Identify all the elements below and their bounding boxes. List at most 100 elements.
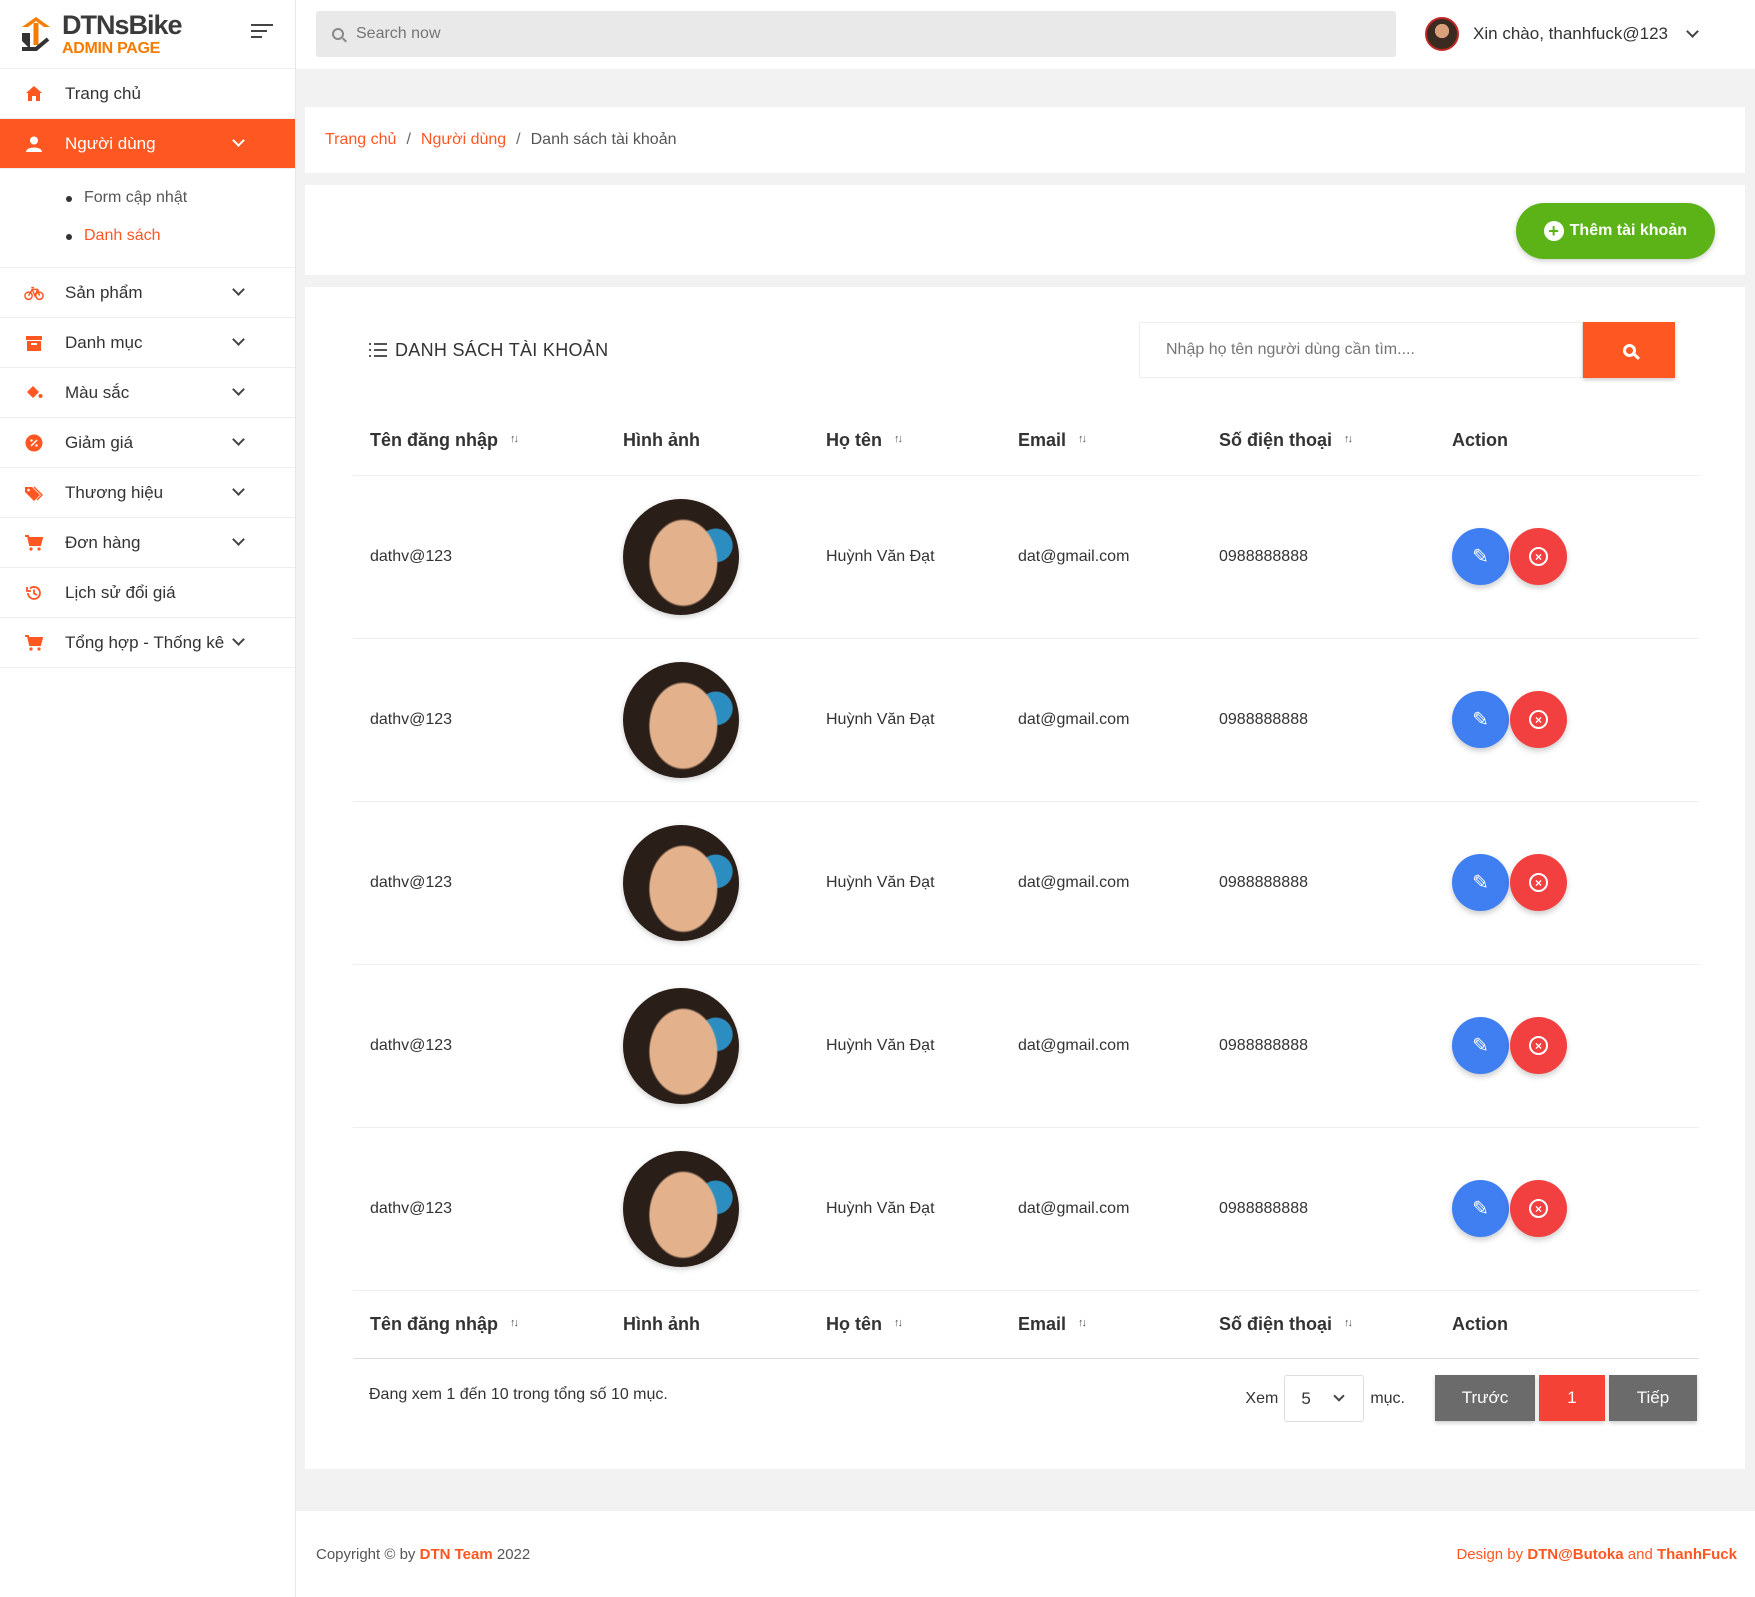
history-icon (24, 583, 44, 603)
prev-page-button[interactable]: Trước (1435, 1375, 1535, 1421)
delete-button[interactable]: × (1510, 1017, 1567, 1074)
menu-toggle-icon[interactable] (251, 24, 273, 40)
accounts-table-card: DANH SÁCH TÀI KHOẢN Tên đăng nhập↑↓ Hình… (305, 287, 1745, 1469)
add-account-label: Thêm tài khoản (1569, 222, 1687, 239)
cell-username: dathv@123 (353, 637, 606, 801)
cell-phone: 0988888888 (1202, 1126, 1435, 1290)
cell-username: dathv@123 (353, 1126, 606, 1290)
delete-button[interactable]: × (1510, 528, 1567, 585)
chevron-down-icon (232, 533, 245, 546)
sidebar-item-categories[interactable]: Danh mục (0, 318, 295, 368)
sidebar-item-colors[interactable]: Màu sắc (0, 368, 295, 418)
table-footer-row: Tên đăng nhập ↑↓ Hình ảnh Họ tên ↑↓ Email ↑… (353, 1289, 1699, 1359)
close-circle-icon: × (1529, 1036, 1548, 1055)
cell-email: dat@gmail.com (1001, 963, 1202, 1127)
delete-button[interactable]: × (1510, 854, 1567, 911)
chevron-down-icon (232, 483, 245, 496)
user-menu[interactable]: Xin chào, thanhfuck@123 (1425, 17, 1699, 51)
delete-button[interactable]: × (1510, 691, 1567, 748)
sidebar-item-label: Sản phẩm (65, 282, 143, 302)
sort-icon[interactable]: ↑↓ (894, 433, 903, 445)
cell-phone: 0988888888 (1202, 800, 1435, 964)
sidebar-item-price-history[interactable]: Lịch sử đổi giá (0, 568, 295, 618)
breadcrumb-users[interactable]: Người dùng (421, 131, 506, 149)
bicycle-icon (24, 283, 44, 303)
sort-icon[interactable]: ↑↓ (1344, 1317, 1353, 1329)
paint-bucket-icon (24, 383, 44, 403)
sidebar-item-users[interactable]: Người dùng (0, 119, 295, 169)
user-search-input[interactable] (1139, 322, 1583, 378)
table-row: dathv@123 Huỳnh Văn Đạt dat@gmail.com 09… (353, 963, 1699, 1127)
copyright: Copyright © by DTN Team 2022 (316, 1545, 531, 1563)
page-size-suffix: mục. (1370, 1389, 1405, 1407)
submenu-item-form[interactable]: Form cập nhật (66, 179, 295, 217)
edit-button[interactable]: ✎ (1452, 854, 1509, 911)
sort-icon[interactable]: ↑↓ (1078, 1317, 1087, 1329)
sort-icon[interactable]: ↑↓ (510, 1317, 519, 1329)
sort-icon[interactable]: ↑↓ (1078, 433, 1087, 445)
chevron-down-icon (1686, 25, 1699, 38)
cell-email: dat@gmail.com (1001, 474, 1202, 638)
pencil-icon: ✎ (1472, 872, 1489, 894)
edit-button[interactable]: ✎ (1452, 1180, 1509, 1237)
column-header-phone[interactable]: Số điện thoại ↑↓ (1202, 407, 1435, 475)
brand[interactable]: DTNsBike ADMIN PAGE (0, 0, 295, 69)
brand-name: DTNsBike (62, 9, 183, 40)
page-size-select[interactable]: 5 (1284, 1375, 1365, 1422)
submenu-item-list[interactable]: Danh sách (66, 217, 295, 255)
sort-icon[interactable]: ↑↓ (510, 433, 519, 445)
cell-phone: 0988888888 (1202, 474, 1435, 638)
chevron-down-icon (1333, 1390, 1345, 1402)
search-icon (332, 28, 344, 40)
delete-button[interactable]: × (1510, 1180, 1567, 1237)
column-footer-phone[interactable]: Số điện thoại ↑↓ (1202, 1289, 1435, 1359)
pencil-icon: ✎ (1472, 546, 1489, 568)
column-footer-email[interactable]: Email ↑↓ (1001, 1289, 1202, 1359)
cell-fullname: Huỳnh Văn Đạt (809, 800, 1001, 964)
column-footer-fullname[interactable]: Họ tên ↑↓ (809, 1289, 1001, 1359)
add-account-button[interactable]: + Thêm tài khoản (1515, 203, 1715, 259)
users-submenu: Form cập nhật Danh sách (0, 169, 295, 268)
page-size-value: 5 (1301, 1388, 1311, 1408)
designer-link[interactable]: DTN@Butoka (1527, 1546, 1623, 1563)
sidebar-item-orders[interactable]: Đơn hàng (0, 518, 295, 568)
table-header-row: Tên đăng nhập ↑↓ Hình ảnh Họ tên ↑↓ Email ↑… (353, 407, 1699, 475)
column-header-email[interactable]: Email ↑↓ (1001, 407, 1202, 475)
cell-phone: 0988888888 (1202, 637, 1435, 801)
sidebar-item-statistics[interactable]: Tổng hợp - Thống kê (0, 618, 295, 668)
table-pagination-bar: Đang xem 1 đến 10 trong tổng số 10 mục. … (369, 1375, 1697, 1425)
sidebar-item-discounts[interactable]: Giảm giá (0, 418, 295, 468)
column-header-fullname[interactable]: Họ tên ↑↓ (809, 407, 1001, 475)
sidebar-item-label: Danh mục (65, 332, 143, 352)
search-icon (1622, 343, 1636, 357)
breadcrumb-home[interactable]: Trang chủ (325, 131, 396, 149)
column-header-image: Hình ảnh (623, 430, 700, 451)
design-credit: Design by DTN@Butoka and ThanhFuck (1456, 1545, 1737, 1563)
global-search-input[interactable] (356, 25, 1256, 43)
cell-fullname: Huỳnh Văn Đạt (809, 1126, 1001, 1290)
sidebar-item-products[interactable]: Sản phẩm (0, 268, 295, 318)
table-row: dathv@123 Huỳnh Văn Đạt dat@gmail.com 09… (353, 800, 1699, 964)
edit-button[interactable]: ✎ (1452, 691, 1509, 748)
cart-icon (24, 633, 44, 653)
search-button[interactable] (1583, 322, 1675, 378)
next-page-button[interactable]: Tiếp (1609, 1375, 1697, 1421)
designer-link[interactable]: ThanhFuck (1657, 1546, 1737, 1563)
chevron-down-icon (232, 134, 245, 147)
edit-button[interactable]: ✎ (1452, 1017, 1509, 1074)
sort-icon[interactable]: ↑↓ (894, 1317, 903, 1329)
global-search[interactable] (316, 11, 1396, 57)
close-circle-icon: × (1529, 710, 1548, 729)
sidebar-item-home[interactable]: Trang chủ (0, 69, 295, 119)
breadcrumb-separator: / (516, 131, 521, 148)
cell-phone: 0988888888 (1202, 963, 1435, 1127)
team-link[interactable]: DTN Team (420, 1546, 493, 1563)
edit-button[interactable]: ✎ (1452, 528, 1509, 585)
sidebar-item-brands[interactable]: Thương hiệu (0, 468, 295, 518)
sort-icon[interactable]: ↑↓ (1344, 433, 1353, 445)
column-footer-username[interactable]: Tên đăng nhập ↑↓ (353, 1289, 606, 1359)
column-header-username[interactable]: Tên đăng nhập ↑↓ (353, 407, 606, 475)
cell-username: dathv@123 (353, 474, 606, 638)
page-button-current[interactable]: 1 (1539, 1375, 1605, 1421)
breadcrumb-separator: / (406, 131, 411, 148)
